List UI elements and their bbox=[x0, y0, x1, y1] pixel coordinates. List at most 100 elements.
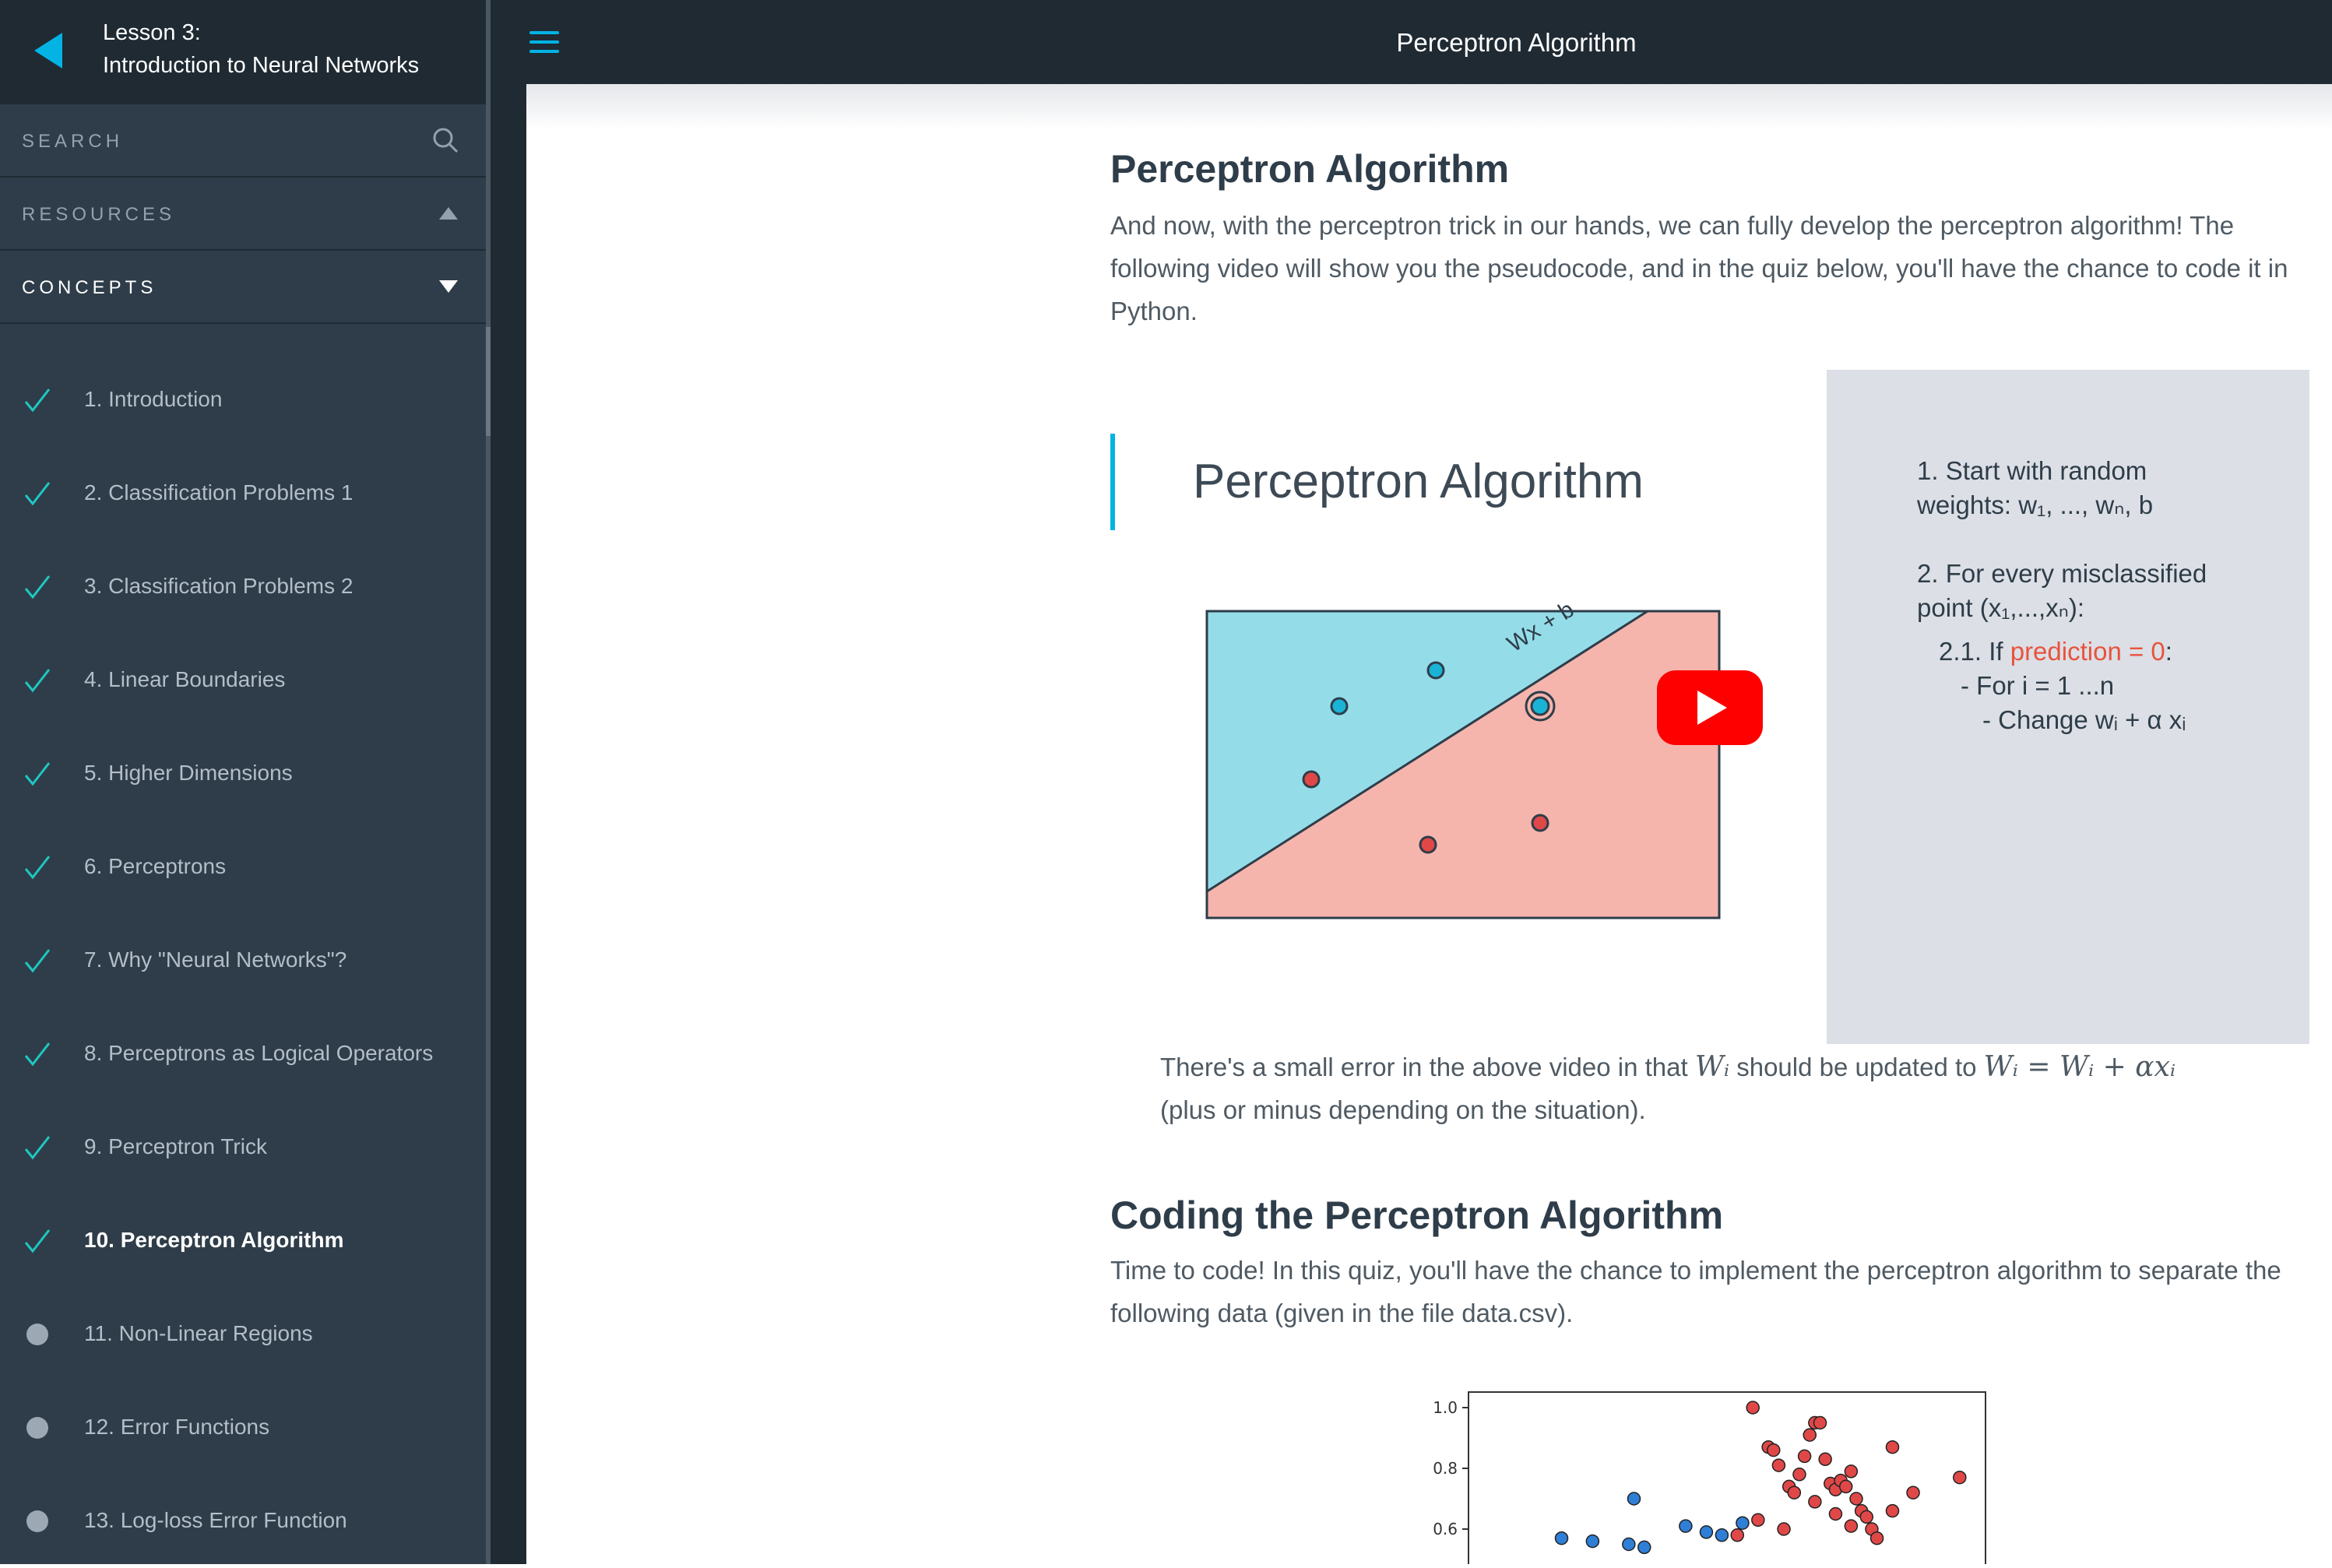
blue-data-point bbox=[1679, 1519, 1693, 1533]
y-tick-label: 0.6 bbox=[1433, 1520, 1458, 1538]
search-label: SEARCH bbox=[22, 131, 124, 152]
red-data-point bbox=[1813, 1415, 1827, 1430]
sidebar-concept-item[interactable]: 1. Introduction bbox=[0, 353, 486, 447]
sidebar-concept-item[interactable]: 2. Classification Problems 1 bbox=[0, 447, 486, 540]
sidebar: Lesson 3: Introduction to Neural Network… bbox=[0, 0, 486, 1564]
red-data-point bbox=[1797, 1449, 1812, 1464]
lesson-header: Lesson 3: Introduction to Neural Network… bbox=[0, 0, 486, 104]
red-data-point bbox=[1885, 1503, 1900, 1518]
lesson-title: Introduction to Neural Networks bbox=[103, 53, 420, 78]
checkmark-icon bbox=[24, 1136, 51, 1160]
concepts-row[interactable]: CONCEPTS bbox=[0, 251, 486, 324]
concept-label: 1. Introduction bbox=[84, 387, 223, 411]
concept-label: 13. Log-loss Error Function bbox=[84, 1508, 347, 1532]
step-1a: 1. Start with random bbox=[1917, 456, 2147, 485]
concept-label: 6. Perceptrons bbox=[84, 854, 227, 878]
blue-data-point bbox=[1715, 1528, 1729, 1542]
y-tick-label: 0.8 bbox=[1433, 1459, 1458, 1478]
coding-heading: Coding the Perceptron Algorithm bbox=[1110, 1194, 1724, 1237]
chevron-down-icon[interactable] bbox=[438, 272, 459, 301]
checkmark-icon bbox=[24, 388, 51, 413]
resources-row[interactable]: RESOURCES bbox=[0, 178, 486, 251]
pseudocode-panel: 1. Start with random weights: w₁, ..., w… bbox=[1827, 370, 2309, 1044]
page-title: Perceptron Algorithm bbox=[1396, 28, 1637, 57]
note-text-3: (plus or minus depending on the situatio… bbox=[1160, 1095, 1646, 1124]
section-heading: Perceptron Algorithm bbox=[1110, 147, 1510, 191]
chevron-up-icon[interactable] bbox=[438, 199, 459, 227]
blue-data-point bbox=[1627, 1492, 1641, 1506]
checkmark-icon bbox=[24, 669, 51, 693]
note-text-1: There's a small error in the above video… bbox=[1160, 1053, 1695, 1081]
header-shadow bbox=[526, 84, 2332, 131]
sidebar-concept-item[interactable]: 4. Linear Boundaries bbox=[0, 634, 486, 727]
checkmark-icon bbox=[24, 762, 51, 786]
red-data-point bbox=[1906, 1485, 1920, 1499]
concept-label: 9. Perceptron Trick bbox=[84, 1134, 267, 1158]
blue-data-point bbox=[1622, 1537, 1636, 1552]
concept-label: 4. Linear Boundaries bbox=[84, 667, 286, 691]
red-data-point bbox=[1792, 1468, 1806, 1482]
concept-label: 10. Perceptron Algorithm bbox=[84, 1228, 344, 1252]
red-data-point bbox=[1844, 1519, 1859, 1533]
step-1b: weights: w₁, ..., wₙ, b bbox=[1917, 490, 2154, 519]
coding-paragraph: Time to code! In this quiz, you'll have … bbox=[1110, 1256, 2281, 1327]
sidebar-concept-item[interactable]: 11. Non-Linear Regions bbox=[0, 1288, 486, 1381]
y-tick-label: 1.0 bbox=[1433, 1398, 1458, 1417]
red-data-point bbox=[1787, 1485, 1802, 1499]
sidebar-concept-item[interactable]: 13. Log-loss Error Function bbox=[0, 1475, 486, 1568]
blue-data-point bbox=[1637, 1540, 1651, 1555]
video-player[interactable]: Perceptron Algorithm Wx + b 1. Start wit… bbox=[1110, 370, 2309, 1044]
sidebar-concept-item[interactable]: 9. Perceptron Trick bbox=[0, 1101, 486, 1194]
red-data-point bbox=[1751, 1513, 1765, 1528]
red-data-point bbox=[1803, 1428, 1817, 1442]
sidebar-concept-item[interactable]: 12. Error Functions bbox=[0, 1381, 486, 1475]
checkmark-icon bbox=[24, 482, 51, 506]
sidebar-concept-item[interactable]: 5. Higher Dimensions bbox=[0, 727, 486, 821]
resources-label: RESOURCES bbox=[22, 204, 176, 225]
intro-paragraph: And now, with the perceptron trick in ou… bbox=[1110, 211, 2288, 325]
concept-label: 2. Classification Problems 1 bbox=[84, 480, 353, 505]
note-text-2: should be updated to bbox=[1729, 1053, 1984, 1081]
lesson-number: Lesson 3: bbox=[103, 20, 201, 45]
step-2-1: 2.1. If prediction = 0: bbox=[1939, 635, 2172, 669]
red-data-point bbox=[1777, 1522, 1791, 1536]
checkmark-icon bbox=[24, 1042, 51, 1067]
checkmark-icon bbox=[24, 856, 51, 880]
step-2-1-condition: prediction = 0 bbox=[2010, 637, 2165, 666]
blue-data-point bbox=[1554, 1531, 1569, 1545]
step-2-1-prefix: 2.1. If bbox=[1939, 637, 2010, 666]
red-data-point bbox=[1844, 1464, 1859, 1478]
red-data-point bbox=[1838, 1479, 1853, 1494]
red-data-point bbox=[1885, 1440, 1900, 1454]
red-data-point bbox=[1808, 1495, 1822, 1509]
step-2-3: - Change wᵢ + α xᵢ bbox=[1982, 705, 2186, 734]
concept-label: 5. Higher Dimensions bbox=[84, 761, 293, 785]
concept-label: 7. Why "Neural Networks"? bbox=[84, 947, 347, 972]
note-math-equation: Wᵢ = Wᵢ + αxᵢ bbox=[1983, 1051, 2176, 1083]
search-row[interactable]: SEARCH bbox=[0, 104, 486, 178]
sidebar-concept-item[interactable]: 7. Why "Neural Networks"? bbox=[0, 914, 486, 1007]
incomplete-dot-icon bbox=[26, 1417, 48, 1439]
note-math-w: Wᵢ bbox=[1694, 1051, 1730, 1083]
concept-label: 12. Error Functions bbox=[84, 1415, 270, 1439]
concept-label: 8. Perceptrons as Logical Operators bbox=[84, 1041, 434, 1065]
red-data-point bbox=[1953, 1470, 1967, 1485]
back-arrow-icon[interactable] bbox=[33, 31, 64, 70]
sidebar-concept-item[interactable]: 8. Perceptrons as Logical Operators bbox=[0, 1007, 486, 1101]
concept-label: 11. Non-Linear Regions bbox=[84, 1321, 313, 1345]
checkmark-icon bbox=[24, 1229, 51, 1253]
blue-data-point bbox=[1699, 1525, 1714, 1539]
search-icon[interactable] bbox=[431, 126, 459, 154]
red-data-point bbox=[1730, 1528, 1745, 1542]
incomplete-dot-icon bbox=[26, 1324, 48, 1345]
blue-data-point bbox=[1736, 1516, 1750, 1530]
blue-data-point bbox=[1585, 1534, 1600, 1549]
checkmark-icon bbox=[24, 949, 51, 973]
play-button-icon[interactable] bbox=[1657, 670, 1763, 745]
sidebar-concept-item[interactable]: 6. Perceptrons bbox=[0, 821, 486, 914]
data-scatter-plot: 1.0 0.8 0.6 bbox=[1433, 1391, 1986, 1564]
video-accent-bar bbox=[1110, 434, 1115, 530]
step-2-2: - For i = 1 ...n bbox=[1961, 671, 2115, 700]
sidebar-concept-item[interactable]: 3. Classification Problems 2 bbox=[0, 540, 486, 634]
sidebar-concept-item[interactable]: 10. Perceptron Algorithm bbox=[0, 1194, 486, 1288]
